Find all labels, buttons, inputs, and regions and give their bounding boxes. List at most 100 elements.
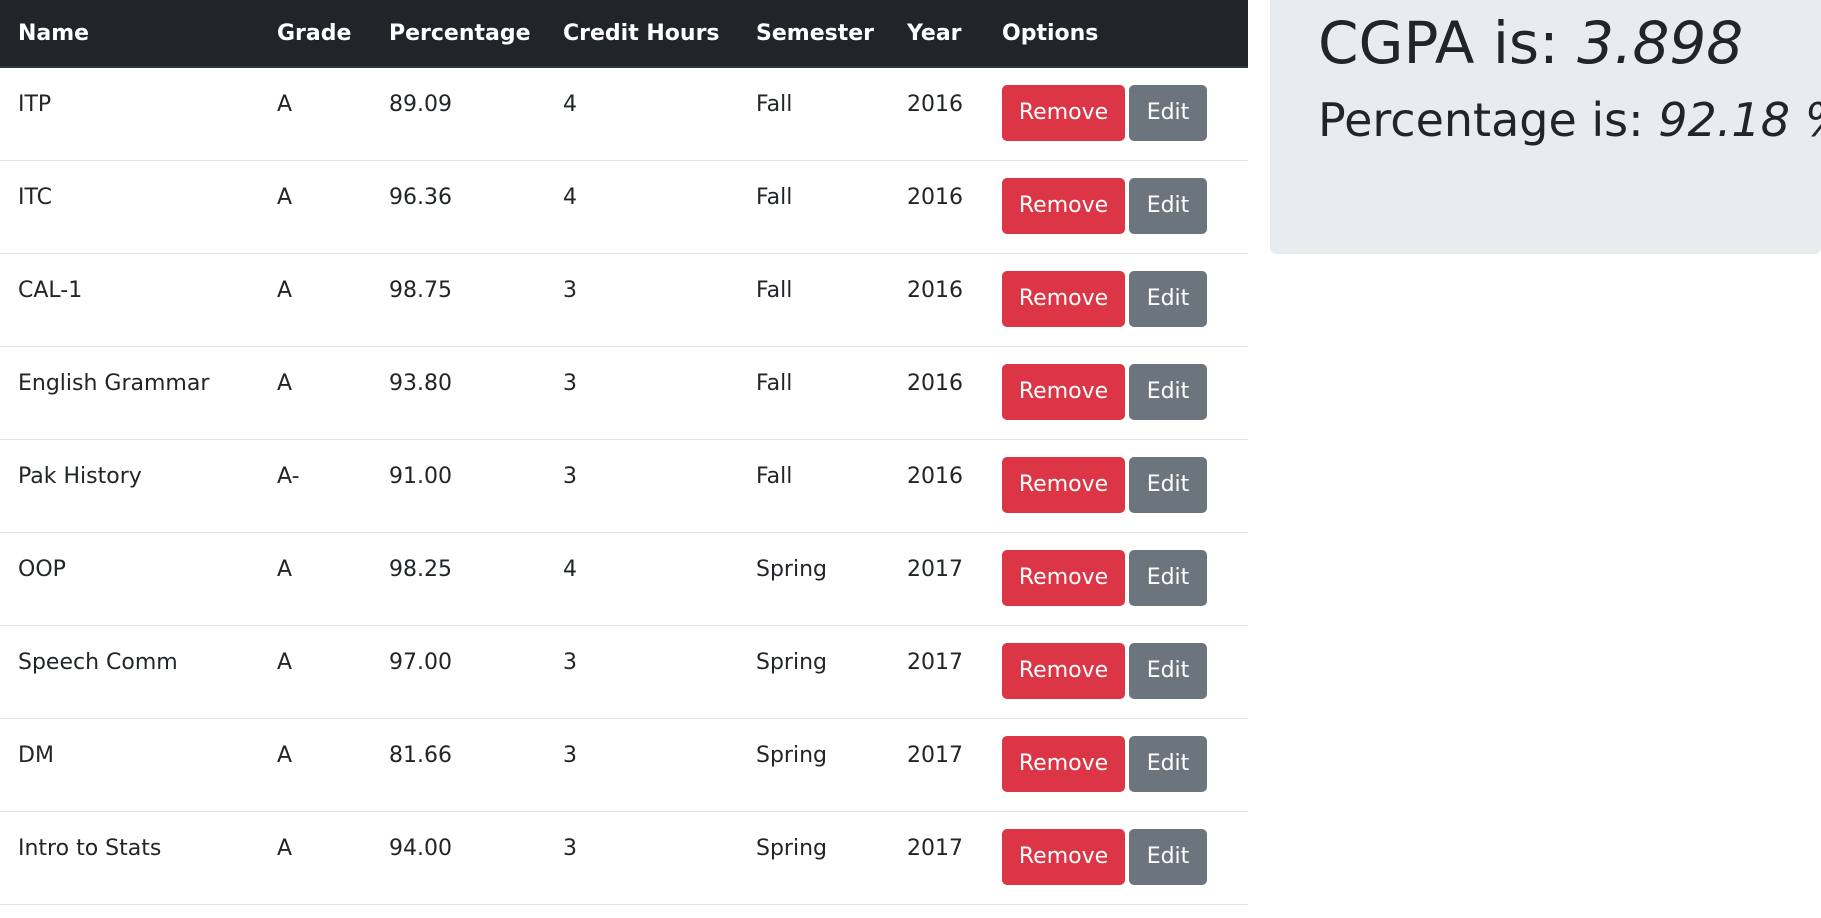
cell-semester: Fall <box>756 370 793 396</box>
column-header-credit-hours: Credit Hours <box>545 0 738 68</box>
cell-options: Remove Edit <box>984 532 1248 625</box>
cell-semester: Spring <box>756 556 827 582</box>
cell-options: Remove Edit <box>984 811 1248 904</box>
edit-button[interactable]: Edit <box>1129 177 1207 234</box>
cell-name: Pak History <box>18 463 142 489</box>
cell-credit-hours: 3 <box>563 742 577 768</box>
cell-percentage: 97.00 <box>389 649 452 675</box>
column-header-percentage: Percentage <box>371 0 545 68</box>
cell-grade: A <box>277 184 293 210</box>
remove-button[interactable]: Remove <box>1002 270 1125 327</box>
edit-button[interactable]: Edit <box>1129 85 1207 141</box>
remove-button[interactable]: Remove <box>1002 735 1125 792</box>
cell-name: Speech Comm <box>18 649 178 675</box>
cell-options: Remove Edit <box>984 67 1248 160</box>
cell-semester: Spring <box>756 835 827 861</box>
remove-button[interactable]: Remove <box>1002 642 1125 699</box>
cell-grade: A <box>277 370 293 396</box>
edit-button[interactable]: Edit <box>1129 270 1207 327</box>
cell-semester: Spring <box>756 742 827 768</box>
percentage-text: Percentage is: 92.18 % <box>1318 88 1821 152</box>
edit-button[interactable]: Edit <box>1129 456 1207 513</box>
cell-year: 2017 <box>907 742 963 768</box>
table-row: ITC A 96.36 4 Fall 2016 Remove Edit <box>0 160 1248 253</box>
summary-panel: CGPA is: 3.898 Percentage is: 92.18 % <box>1270 0 1821 254</box>
cell-semester: Fall <box>756 184 793 210</box>
cell-name: CAL-1 <box>18 277 83 303</box>
table-row: Intro to Stats A 94.00 3 Spring 2017 Remove Edi… <box>0 811 1248 904</box>
table-row: Pak History A- 91.00 3 Fall 2016 Remove Edit <box>0 439 1248 532</box>
page: Name Grade Percentage Credit Hours Semes… <box>0 0 1821 918</box>
cell-year: 2016 <box>907 463 963 489</box>
cell-credit-hours: 3 <box>563 649 577 675</box>
cell-options: Remove Edit <box>984 439 1248 532</box>
column-header-semester: Semester <box>738 0 889 68</box>
remove-button[interactable]: Remove <box>1002 549 1125 606</box>
cell-year: 2017 <box>907 649 963 675</box>
cell-credit-hours: 3 <box>563 835 577 861</box>
cell-grade: A <box>277 835 293 861</box>
table-body: ITP A 89.09 4 Fall 2016 Remove Edit ITC A 96.36 4 Fa… <box>0 67 1248 904</box>
cell-credit-hours: 3 <box>563 463 577 489</box>
percentage-label: Percentage is: <box>1318 93 1659 147</box>
cell-grade: A <box>277 277 293 303</box>
cell-grade: A <box>277 649 293 675</box>
cell-options: Remove Edit <box>984 160 1248 253</box>
cell-percentage: 96.36 <box>389 184 452 210</box>
table-row: DM A 81.66 3 Spring 2017 Remove Edit <box>0 718 1248 811</box>
table-row: OOP A 98.25 4 Spring 2017 Remove Edit <box>0 532 1248 625</box>
cgpa-text: CGPA is: 3.898 <box>1318 8 1743 78</box>
remove-button[interactable]: Remove <box>1002 828 1125 885</box>
column-header-grade: Grade <box>259 0 371 68</box>
remove-button[interactable]: Remove <box>1002 363 1125 420</box>
edit-button[interactable]: Edit <box>1129 828 1207 885</box>
percentage-value: 92.18 % <box>1658 93 1821 147</box>
cell-percentage: 98.75 <box>389 277 452 303</box>
column-header-name: Name <box>0 0 259 68</box>
cell-credit-hours: 3 <box>563 277 577 303</box>
cell-percentage: 81.66 <box>389 742 452 768</box>
courses-table: Name Grade Percentage Credit Hours Semes… <box>0 0 1248 905</box>
cell-year: 2016 <box>907 92 963 117</box>
cell-percentage: 98.25 <box>389 556 452 582</box>
cell-year: 2016 <box>907 277 963 303</box>
cell-options: Remove Edit <box>984 625 1248 718</box>
cell-percentage: 91.00 <box>389 463 452 489</box>
table-header-row: Name Grade Percentage Credit Hours Semes… <box>0 0 1248 68</box>
cell-name: OOP <box>18 556 66 582</box>
cell-credit-hours: 4 <box>563 556 577 582</box>
cell-credit-hours: 4 <box>563 184 577 210</box>
remove-button[interactable]: Remove <box>1002 177 1125 234</box>
cell-options: Remove Edit <box>984 253 1248 346</box>
cell-name: Intro to Stats <box>18 835 162 861</box>
cell-year: 2016 <box>907 370 963 396</box>
edit-button[interactable]: Edit <box>1129 549 1207 606</box>
cell-grade: A <box>277 742 293 768</box>
edit-button[interactable]: Edit <box>1129 735 1207 792</box>
remove-button[interactable]: Remove <box>1002 456 1125 513</box>
cell-year: 2016 <box>907 184 963 210</box>
cell-credit-hours: 4 <box>563 92 577 117</box>
edit-button[interactable]: Edit <box>1129 363 1207 420</box>
cell-semester: Fall <box>756 277 793 303</box>
cell-semester: Spring <box>756 649 827 675</box>
remove-button[interactable]: Remove <box>1002 85 1125 141</box>
table-row: English Grammar A 93.80 3 Fall 2016 Remove Edit <box>0 346 1248 439</box>
cgpa-label: CGPA is: <box>1318 9 1578 77</box>
cell-name: DM <box>18 742 54 768</box>
cell-grade: A <box>277 92 293 117</box>
column-header-options: Options <box>984 0 1248 68</box>
courses-table-container: Name Grade Percentage Credit Hours Semes… <box>0 0 1248 905</box>
cell-percentage: 93.80 <box>389 370 452 396</box>
cell-percentage: 89.09 <box>389 92 452 117</box>
cell-grade: A <box>277 556 293 582</box>
cell-options: Remove Edit <box>984 718 1248 811</box>
cell-credit-hours: 3 <box>563 370 577 396</box>
table-row: ITP A 89.09 4 Fall 2016 Remove Edit <box>0 67 1248 160</box>
edit-button[interactable]: Edit <box>1129 642 1207 699</box>
cell-name: ITC <box>18 184 52 210</box>
cell-options: Remove Edit <box>984 346 1248 439</box>
cell-semester: Fall <box>756 92 793 117</box>
column-header-year: Year <box>889 0 984 68</box>
table-row: Speech Comm A 97.00 3 Spring 2017 Remove Edit <box>0 625 1248 718</box>
